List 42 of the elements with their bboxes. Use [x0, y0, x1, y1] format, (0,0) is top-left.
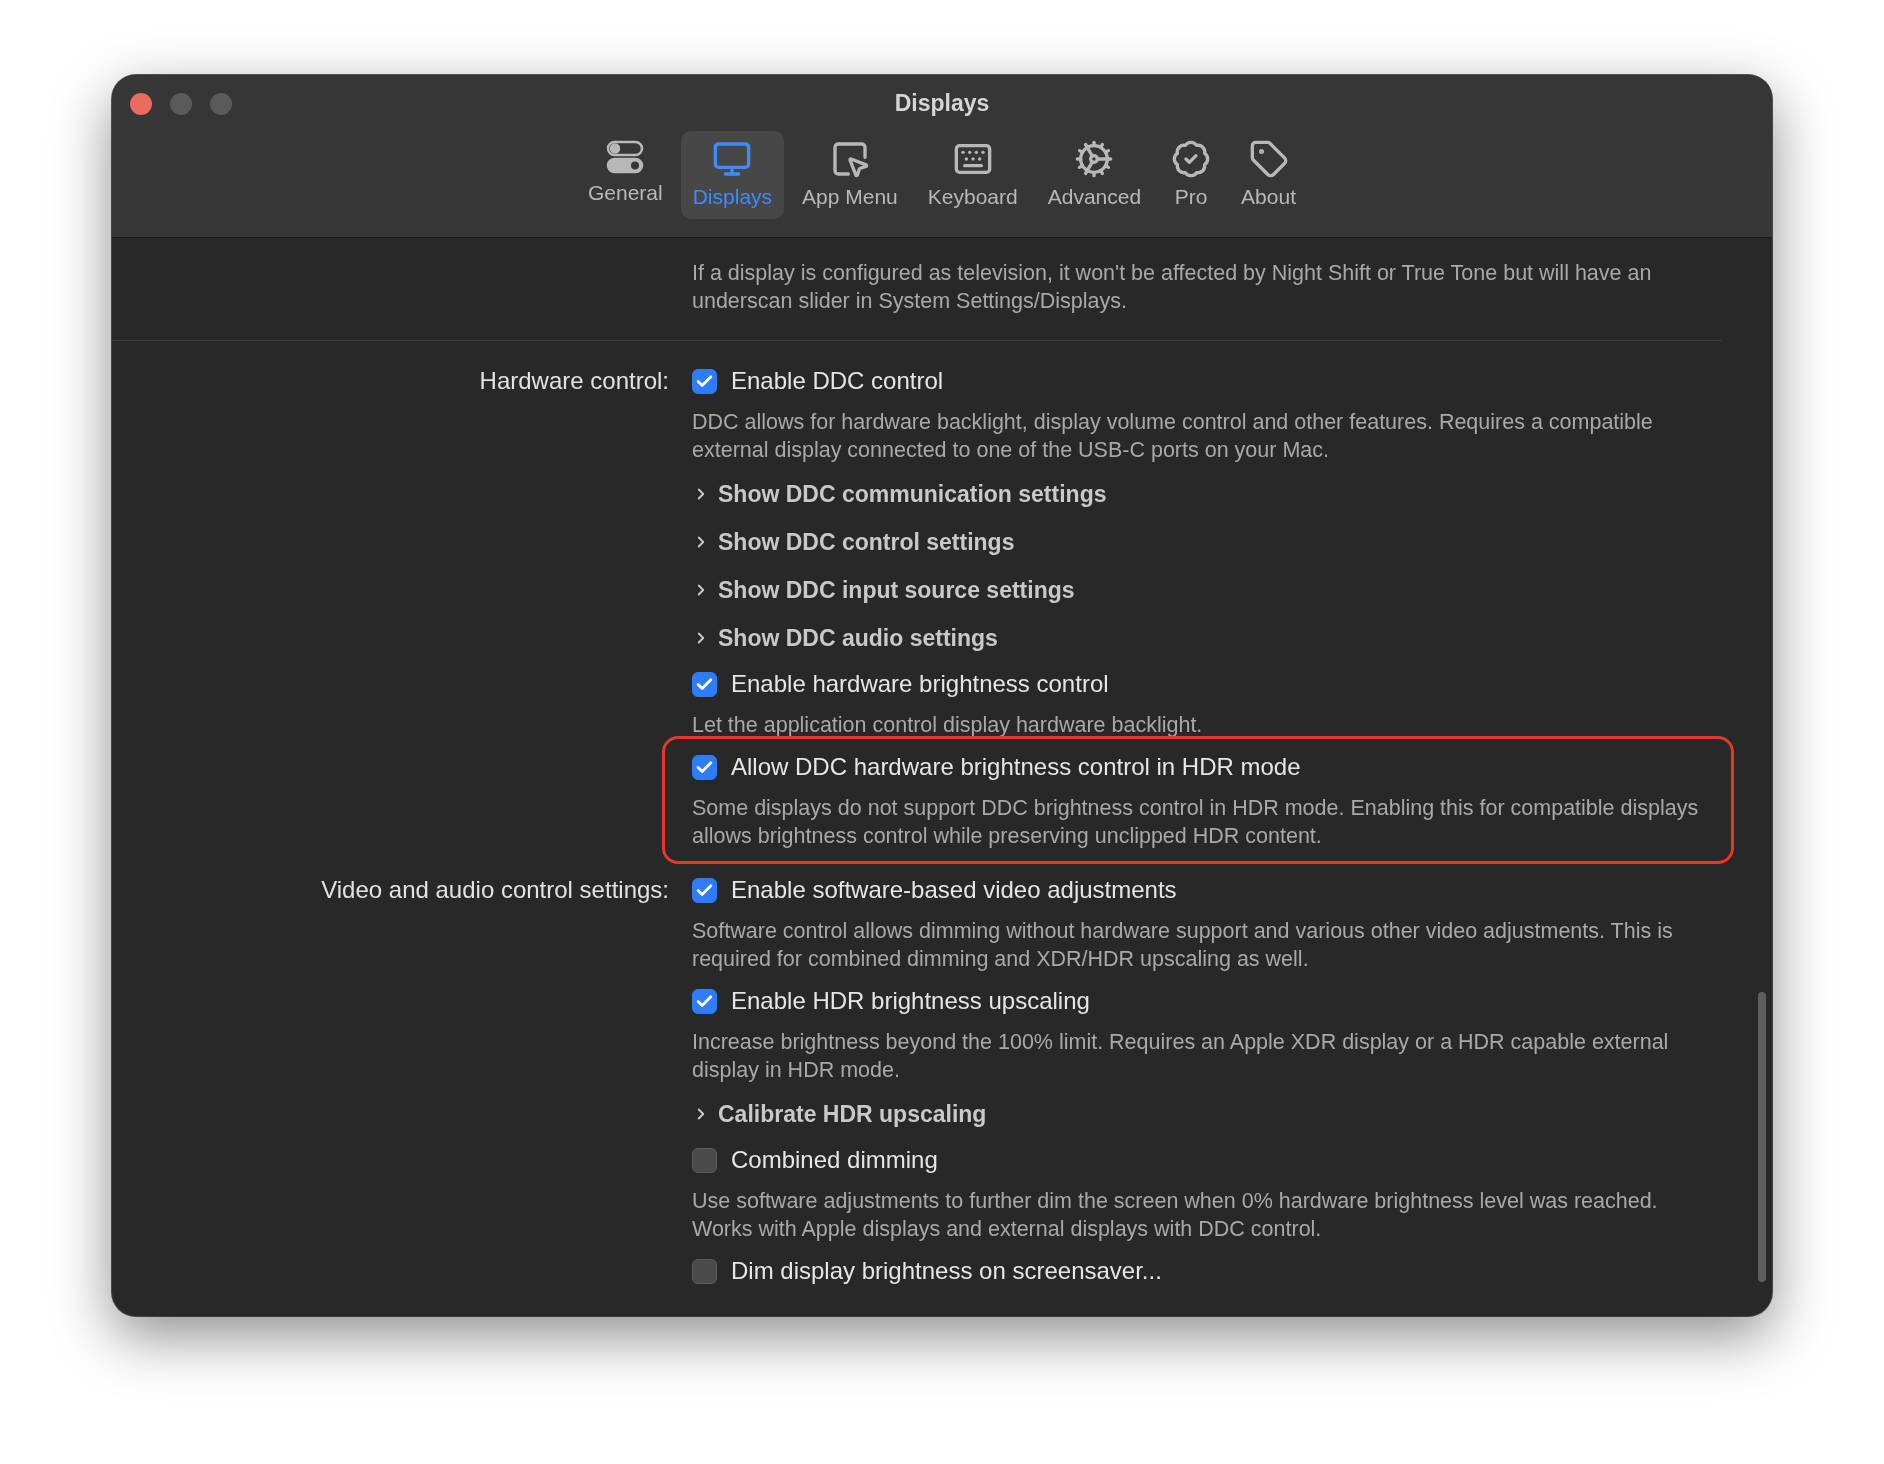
- disclosure-button[interactable]: Calibrate HDR upscaling: [692, 1096, 987, 1132]
- description-text: DDC allows for hardware backlight, display volume control and other features. Requires a compatible external display connected to one of the USB-C ports on your Mac.: [692, 409, 1654, 464]
- close-button[interactable]: [130, 93, 152, 115]
- window-title: Displays: [894, 89, 990, 117]
- toolbar-tab[interactable]: General: [576, 131, 675, 219]
- checkbox-label: Enable DDC control: [731, 367, 944, 395]
- checkbox-label: Enable HDR brightness upscaling: [731, 987, 1090, 1015]
- description-text: Some displays do not support DDC brightness control in HDR mode. Enabling this for compatible displays allows brightness control while preserving unclipped HDR content.: [692, 795, 1700, 850]
- badge-check-icon: [1171, 139, 1212, 179]
- checkbox-label: Enable hardware brightness control: [731, 670, 1109, 698]
- toolbar-tab[interactable]: About: [1229, 131, 1308, 219]
- checkbox[interactable]: [692, 877, 717, 903]
- description-text: Use software adjustments to further dim the screen when 0% hardware brightness level was reached. Works with Apple displays and external displays with DDC control.: [692, 1188, 1659, 1243]
- checkbox[interactable]: [692, 1147, 717, 1173]
- tag-icon: [1248, 139, 1289, 179]
- checkbox[interactable]: [692, 754, 717, 780]
- disclosure-button[interactable]: Show DDC audio settings: [692, 620, 998, 656]
- description-text: Increase brightness beyond the 100% limit. Requires an Apple XDR display or a HDR capable external display in HDR mode.: [692, 1029, 1670, 1084]
- checkbox-label: Enable software-based video adjustments: [731, 876, 1177, 904]
- toolbar-tab[interactable]: Pro: [1159, 131, 1224, 219]
- description-text: Software control allows dimming without hardware support and various other video adjustments. This is required for combined dimming and XDR/HDR upscaling as well.: [692, 918, 1674, 973]
- scrollbar[interactable]: [1758, 992, 1766, 1282]
- gear-icon: [1074, 139, 1115, 179]
- disclosure-button[interactable]: Show DDC control settings: [692, 524, 1015, 560]
- checkbox[interactable]: [692, 988, 717, 1014]
- checkbox-label: Combined dimming: [731, 1146, 938, 1174]
- checkbox[interactable]: [692, 671, 717, 697]
- section-label: Video and audio control settings:: [321, 875, 669, 905]
- description-text: Let the application control display hardware backlight.: [692, 712, 1204, 739]
- disclosure-button[interactable]: Show DDC communication settings: [692, 476, 1107, 512]
- toolbar-tab[interactable]: Advanced: [1035, 131, 1154, 219]
- toggles-icon: [605, 139, 646, 175]
- toolbar-tab[interactable]: App Menu: [790, 131, 910, 219]
- checkbox[interactable]: [692, 1258, 717, 1284]
- section-label: Hardware control:: [479, 366, 669, 396]
- checkbox[interactable]: [692, 368, 717, 394]
- monitor-icon: [712, 139, 753, 179]
- toolbar-tab[interactable]: Keyboard: [915, 131, 1030, 219]
- checkbox-label: Allow DDC hardware brightness control in HDR mode: [731, 753, 1301, 781]
- disclosure-button[interactable]: Show DDC input source settings: [692, 572, 1075, 608]
- description-text: If a display is configured as television, it won't be affected by Night Shift or True Tone but will have an underscan slider in System Settings/Displays.: [692, 260, 1653, 315]
- checkbox-label: Dim display brightness on screensaver...: [731, 1257, 1162, 1285]
